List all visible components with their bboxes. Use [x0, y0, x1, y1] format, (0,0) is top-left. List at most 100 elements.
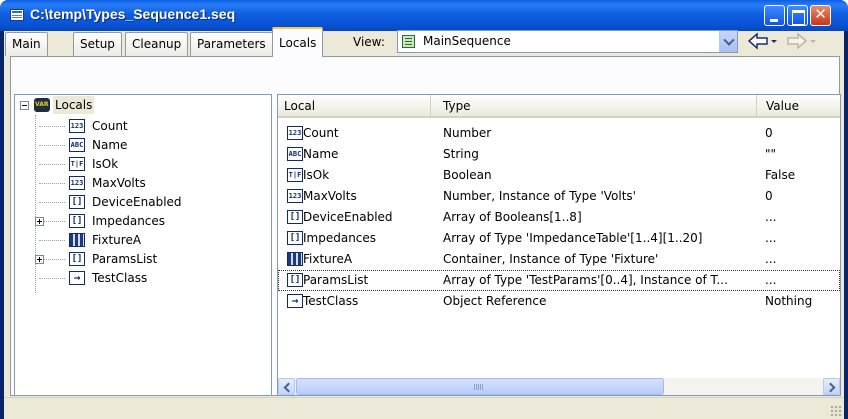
row-value[interactable]: "" [765, 144, 776, 165]
tree-connector [39, 183, 65, 184]
tree-item-label: DeviceEnabled [92, 195, 182, 209]
tab-parameters[interactable]: Parameters [190, 32, 273, 56]
row-type: String [443, 147, 479, 161]
column-header-value[interactable]: Value [757, 95, 840, 117]
array-icon [69, 195, 85, 209]
column-header-local[interactable]: Local [278, 95, 431, 117]
container-icon [69, 233, 85, 247]
tab-locals[interactable]: Locals [272, 27, 324, 57]
row-type: Object Reference [443, 294, 547, 308]
row-name: TestClass [303, 294, 359, 308]
tree-item-label: Name [92, 138, 128, 152]
close-button[interactable]: ✕ [810, 5, 831, 26]
row-type: Array of Type 'TestParams'[0..4], Instan… [443, 273, 728, 287]
locals-icon [34, 98, 50, 112]
row-value[interactable]: 0 [765, 123, 773, 144]
tree-connector [39, 278, 65, 279]
row-type: Boolean [443, 168, 492, 182]
string-icon [287, 147, 303, 161]
forward-arrow-icon [787, 32, 816, 50]
tree-item-label: FixtureA [92, 233, 142, 247]
object-reference-icon [69, 271, 85, 285]
row-name: DeviceEnabled [303, 210, 393, 224]
tree-item-label: Count [92, 119, 128, 133]
tree-connector [35, 115, 36, 293]
maximize-button[interactable] [787, 5, 808, 26]
row-value[interactable]: ... [765, 228, 776, 249]
tree-connector [39, 240, 65, 241]
back-button[interactable] [747, 30, 779, 52]
chevron-down-icon[interactable] [719, 31, 737, 52]
row-type: Number [443, 126, 492, 140]
tree-item-label: MaxVolts [92, 176, 146, 190]
sequence-file-icon [10, 9, 24, 21]
array-icon [287, 273, 303, 287]
list-row-name[interactable]: Name String "" [278, 144, 840, 165]
forward-button[interactable] [786, 30, 818, 52]
string-icon [69, 138, 85, 152]
container-icon [287, 252, 303, 266]
tree-item-label: ParamsList [92, 252, 158, 266]
sequence-file-window: C:\temp\Types_Sequence1.seq ✕ Main Setup… [0, 0, 848, 419]
column-header: Local Type Value [278, 95, 840, 118]
array-icon [69, 252, 85, 266]
collapse-icon[interactable] [20, 101, 29, 110]
scroll-left-icon[interactable] [278, 378, 295, 395]
row-type: Container, Instance of Type 'Fixture' [443, 252, 659, 266]
scroll-thumb[interactable] [296, 378, 664, 395]
minimize-button[interactable] [764, 5, 785, 26]
object-reference-icon [287, 294, 303, 308]
locals-tree[interactable]: Locals Count Name IsOk MaxVolts DeviceEn… [14, 94, 272, 396]
list-row-count[interactable]: Count Number 0 [278, 123, 840, 144]
status-bar [4, 397, 844, 419]
list-row-fixturea[interactable]: FixtureA Container, Instance of Type 'Fi… [278, 249, 840, 270]
resize-grip-icon[interactable] [830, 405, 842, 417]
view-select-value: MainSequence [423, 34, 511, 48]
row-value[interactable]: Nothing [765, 291, 812, 312]
tab-main[interactable]: Main [5, 32, 48, 56]
tree-connector [39, 164, 65, 165]
expand-icon[interactable] [35, 217, 44, 226]
row-name: ParamsList [303, 273, 369, 287]
row-type: Number, Instance of Type 'Volts' [443, 189, 636, 203]
list-row-maxvolts[interactable]: MaxVolts Number, Instance of Type 'Volts… [278, 186, 840, 207]
row-name: MaxVolts [303, 189, 357, 203]
window-title: C:\temp\Types_Sequence1.seq [30, 6, 236, 22]
row-name: Impedances [303, 231, 377, 245]
expand-icon[interactable] [35, 255, 44, 264]
boolean-icon [287, 168, 303, 182]
tab-setup[interactable]: Setup [73, 32, 122, 56]
sequence-icon [402, 35, 415, 48]
row-name: FixtureA [303, 252, 353, 266]
back-arrow-icon [747, 32, 777, 50]
list-row-paramslist[interactable]: ParamsList Array of Type 'TestParams'[0.… [278, 270, 840, 291]
list-row-testclass[interactable]: TestClass Object Reference Nothing [278, 291, 840, 312]
number-icon [287, 126, 303, 140]
horizontal-scrollbar[interactable] [278, 378, 840, 395]
tree-connector [39, 145, 65, 146]
number-icon [69, 119, 85, 133]
array-icon [287, 210, 303, 224]
row-name: IsOk [303, 168, 330, 182]
row-value[interactable]: ... [765, 207, 776, 228]
view-label: View: [353, 35, 385, 49]
row-value[interactable]: False [765, 165, 795, 186]
row-value[interactable]: 0 [765, 186, 773, 207]
list-row-deviceenabled[interactable]: DeviceEnabled Array of Booleans[1..8] ..… [278, 207, 840, 228]
locals-list-view[interactable]: Local Type Value Count Number 0 Name Str… [277, 94, 841, 396]
tree-connector [39, 126, 65, 127]
tree-item-label: IsOk [92, 157, 119, 171]
row-value[interactable]: ... [765, 270, 776, 291]
tab-cleanup[interactable]: Cleanup [125, 32, 189, 56]
tree-connector [39, 202, 65, 203]
view-select[interactable]: MainSequence [397, 30, 738, 53]
row-value[interactable]: ... [765, 249, 776, 270]
tree-item-label: TestClass [92, 271, 148, 285]
list-row-impedances[interactable]: Impedances Array of Type 'ImpedanceTable… [278, 228, 840, 249]
tree-root-label: Locals [53, 96, 95, 114]
title-bar[interactable]: C:\temp\Types_Sequence1.seq ✕ [0, 0, 848, 31]
list-row-isok[interactable]: IsOk Boolean False [278, 165, 840, 186]
scroll-right-icon[interactable] [823, 378, 840, 395]
tree-item-label: Impedances [92, 214, 166, 228]
column-header-type[interactable]: Type [431, 95, 757, 117]
